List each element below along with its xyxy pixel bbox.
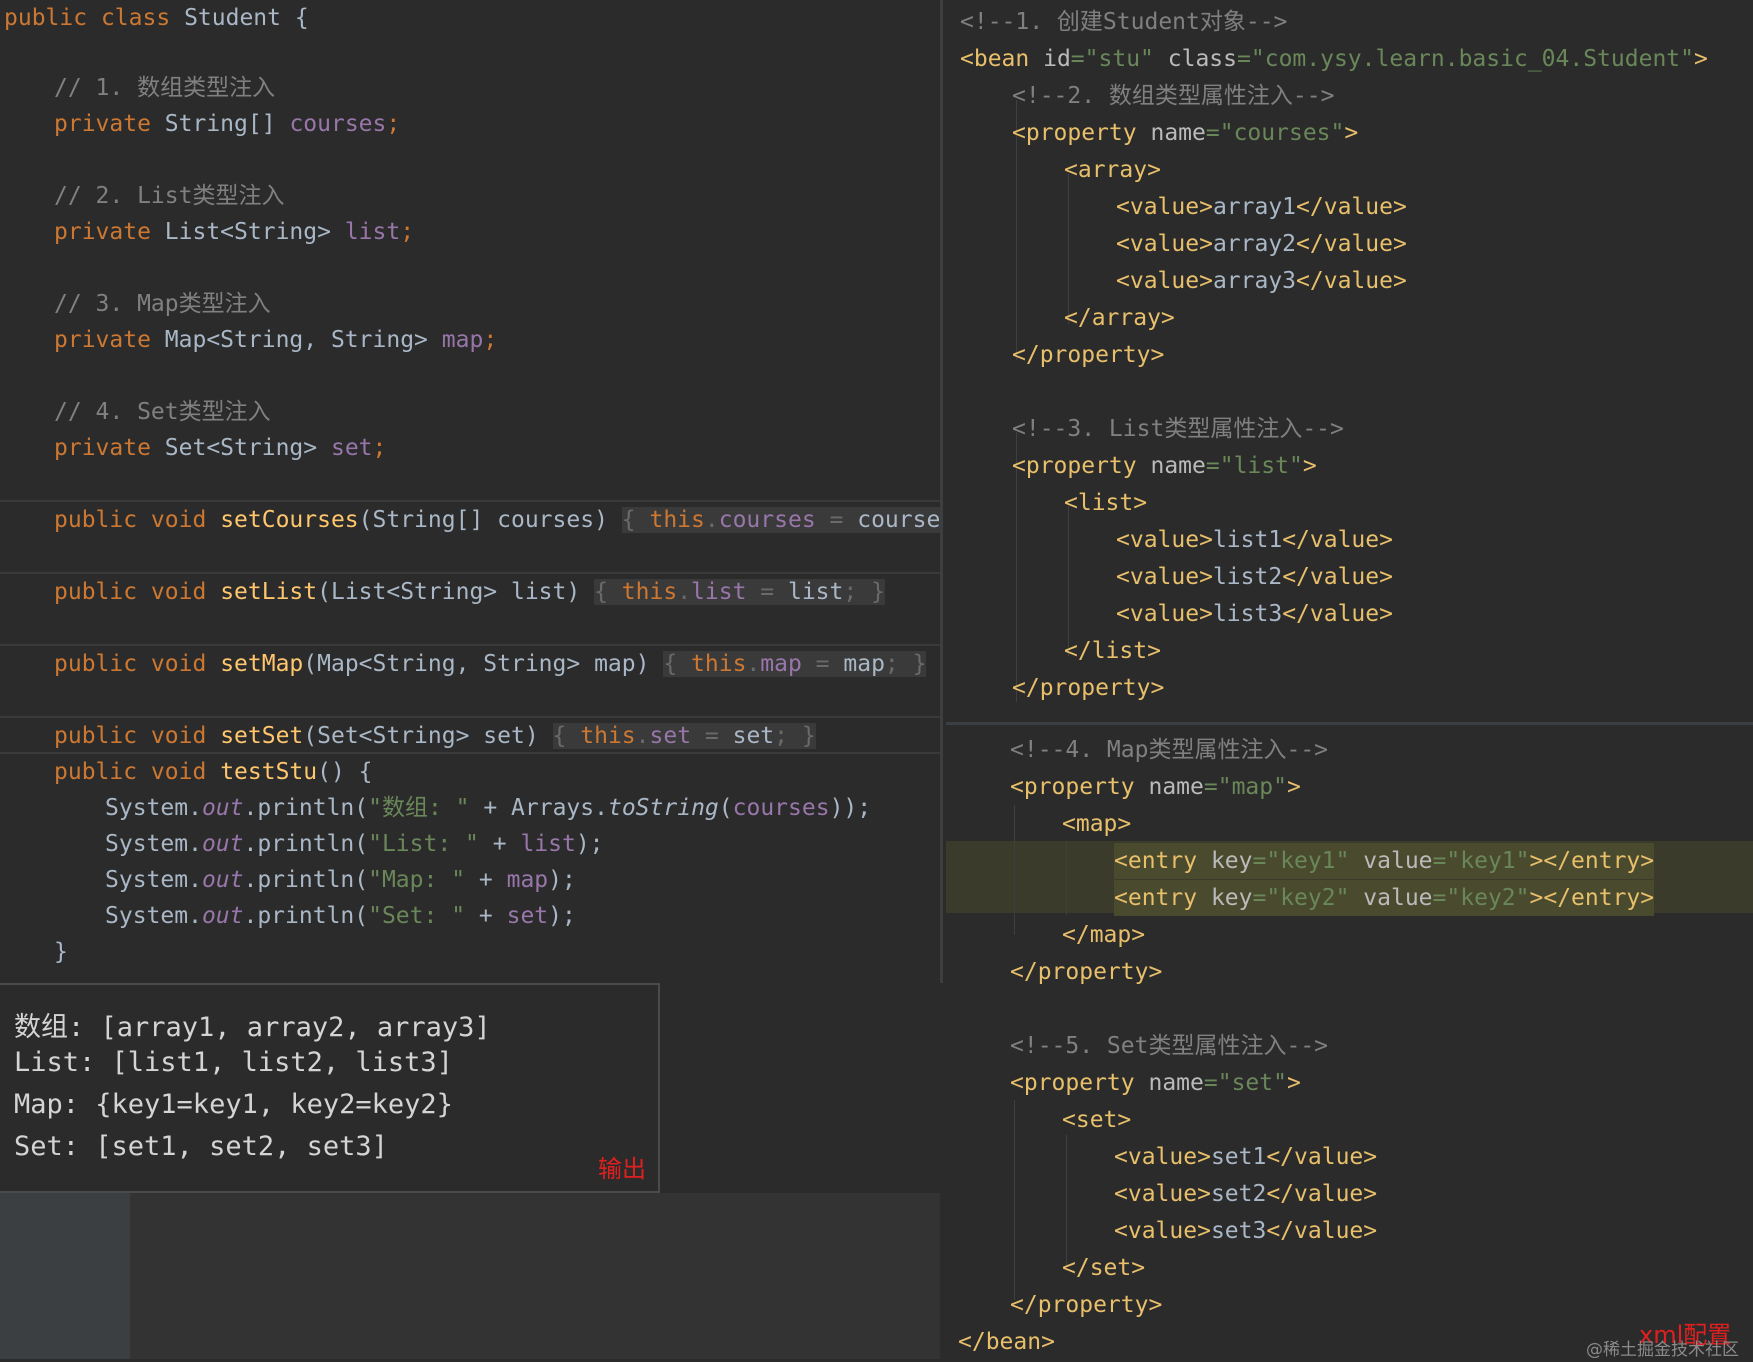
indent-guide [1014, 1100, 1015, 1300]
console-output-panel: 数组: [array1, array2, array3] List: [list… [0, 983, 660, 1193]
value-element: <value>set3</value> [1114, 1218, 1378, 1244]
xml-comment: <!--2. 数组类型属性注入--> [1012, 83, 1335, 109]
output-line: Set: [set1, set2, set3] [14, 1131, 388, 1162]
keyword: public [4, 5, 88, 31]
field-declaration: private Map<String, String> map; [54, 327, 498, 353]
value-element: <value>array3</value> [1116, 268, 1407, 294]
list-close-tag: </list> [1064, 638, 1161, 664]
value-element: <value>array1</value> [1116, 194, 1407, 220]
field-comment: // 1. 数组类型注入 [54, 75, 276, 101]
property-close-tag: </property> [1012, 675, 1165, 701]
field-comment: // 2. List类型注入 [54, 183, 285, 209]
print-statement: System.out.println("List: " + list); [105, 831, 604, 857]
property-open-tag: <property name="map"> [1010, 774, 1301, 800]
property-open-tag: <property name="set"> [1010, 1070, 1301, 1096]
watermark: @稀土掘金技术社区 [1586, 1340, 1739, 1360]
output-line: List: [list1, list2, list3] [14, 1047, 453, 1078]
field-declaration: private Set<String> set; [54, 435, 387, 461]
java-editor-panel[interactable]: public class Student { // 1. 数组类型注入 priv… [0, 0, 943, 983]
class-declaration: public class Student { [4, 0, 309, 36]
array-close-tag: </array> [1064, 305, 1175, 331]
xml-comment: <!--4. Map类型属性注入--> [1010, 737, 1329, 763]
value-element: <value>array2</value> [1116, 231, 1407, 257]
property-close-tag: </property> [1010, 1292, 1163, 1318]
property-close-tag: </property> [1012, 342, 1165, 368]
field-declaration: private String[] courses; [54, 111, 401, 137]
print-statement: System.out.println("Map: " + map); [105, 867, 576, 893]
map-entry: <entry key="key1" value="key1"></entry> [1114, 843, 1655, 879]
xml-comment: <!--1. 创建Student对象--> [960, 9, 1288, 35]
set-open-tag: <set> [1062, 1107, 1132, 1133]
field-comment: // 4. Set类型注入 [54, 399, 271, 425]
map-entry: <entry key="key2" value="key2"></entry> [1114, 880, 1655, 916]
setter-method[interactable]: public void setSet(Set<String> set) { th… [54, 718, 816, 754]
setter-method[interactable]: public void setMap(Map<String, String> m… [54, 646, 927, 682]
property-open-tag: <property name="list"> [1012, 453, 1317, 479]
empty-area [0, 1193, 940, 1359]
xml-comment: <!--3. List类型属性注入--> [1012, 416, 1344, 442]
output-line: 数组: [array1, array2, array3] [14, 1012, 491, 1043]
value-element: <value>set2</value> [1114, 1181, 1378, 1207]
property-close-tag: </property> [1010, 959, 1163, 985]
indent-guide [1066, 1135, 1067, 1265]
map-open-tag: <map> [1062, 811, 1132, 837]
setter-method[interactable]: public void setList(List<String> list) {… [54, 574, 885, 610]
indent-guide [1014, 805, 1015, 935]
array-open-tag: <array> [1064, 157, 1161, 183]
value-element: <value>list2</value> [1116, 564, 1393, 590]
print-statement: System.out.println("数组: " + Arrays.toStr… [105, 795, 872, 821]
value-element: <value>list3</value> [1116, 601, 1393, 627]
value-element: <value>list1</value> [1116, 527, 1393, 553]
field-declaration: private List<String> list; [54, 219, 415, 245]
bean-close-tag: </bean> [958, 1329, 1055, 1355]
gutter-strip [0, 1193, 130, 1359]
indent-guide [1066, 841, 1067, 915]
setter-method[interactable]: public void setCourses(String[] courses)… [54, 502, 940, 538]
property-open-tag: <property name="courses"> [1012, 120, 1359, 146]
bean-open-tag: <bean id="stu" class="com.ysy.learn.basi… [960, 46, 1708, 72]
xml-editor-panel-bottom[interactable]: <!--4. Map类型属性注入--> <property name="map"… [946, 722, 1753, 1362]
xml-editor-panel-top[interactable]: <!--1. 创建Student对象--> <bean id="stu" cla… [946, 0, 1753, 718]
value-element: <value>set1</value> [1114, 1144, 1378, 1170]
class-name: Student [184, 5, 281, 31]
xml-comment: <!--5. Set类型属性注入--> [1010, 1033, 1329, 1059]
print-statement: System.out.println("Set: " + set); [105, 903, 576, 929]
brace: { [294, 5, 309, 31]
test-method-signature[interactable]: public void testStu() { [54, 754, 373, 790]
output-caption: 输出 [598, 1155, 646, 1183]
keyword: class [100, 5, 171, 31]
closing-brace: } [54, 939, 68, 965]
list-open-tag: <list> [1064, 490, 1148, 516]
set-close-tag: </set> [1062, 1255, 1146, 1281]
field-comment: // 3. Map类型注入 [54, 291, 271, 317]
map-close-tag: </map> [1062, 922, 1146, 948]
output-line: Map: {key1=key1, key2=key2} [14, 1089, 453, 1120]
